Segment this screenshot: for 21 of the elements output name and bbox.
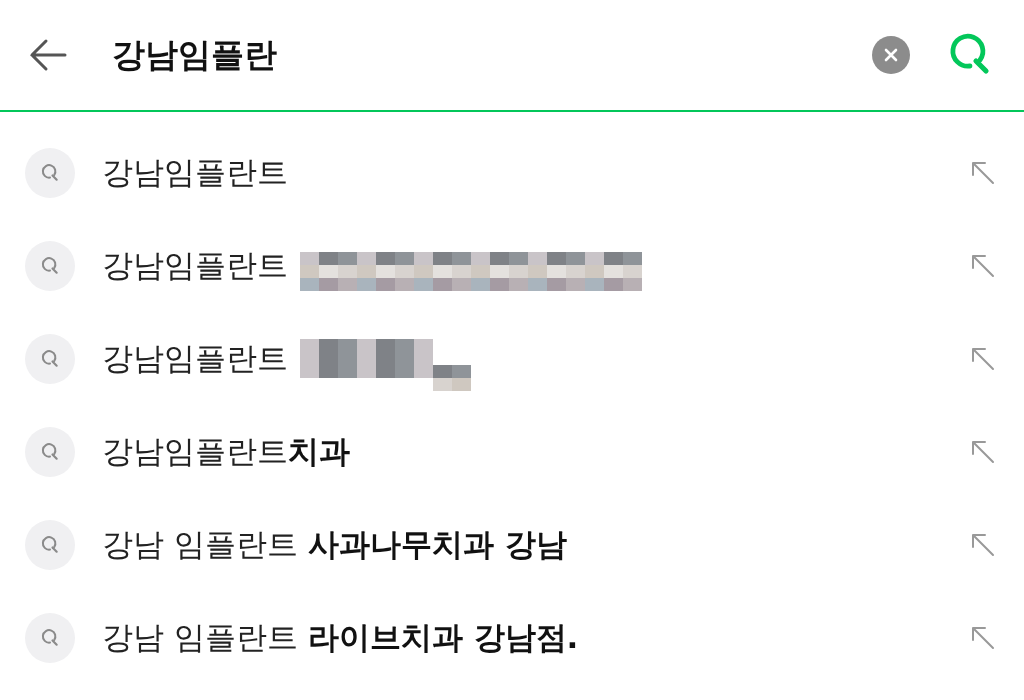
search-icon bbox=[25, 147, 75, 198]
suggestion-text[interactable]: 강남임플란트 bbox=[102, 151, 288, 194]
fill-query-button[interactable] bbox=[970, 438, 996, 465]
search-icon bbox=[25, 612, 75, 663]
suggestion-text[interactable]: 강남 임플란트 라이브치과 강남점. bbox=[102, 616, 579, 659]
suggestion-text[interactable]: 강남임플란트 bbox=[102, 337, 288, 380]
fill-query-button[interactable] bbox=[970, 531, 996, 558]
fill-query-button[interactable] bbox=[970, 345, 996, 372]
search-field[interactable]: 강남임플란 bbox=[112, 31, 872, 79]
clear-button[interactable] bbox=[872, 36, 910, 74]
fill-query-button[interactable] bbox=[970, 252, 996, 279]
suggestion-text[interactable]: 강남 임플란트 사과나무치과 강남 bbox=[102, 523, 567, 566]
search-icon bbox=[25, 519, 75, 570]
search-icon bbox=[25, 426, 75, 477]
fill-query-button[interactable] bbox=[970, 159, 996, 186]
close-icon bbox=[884, 48, 898, 62]
search-icon bbox=[25, 333, 75, 384]
search-icon bbox=[25, 240, 75, 291]
fill-query-button[interactable] bbox=[970, 624, 996, 651]
suggestion-text[interactable]: 강남임플란트 bbox=[102, 244, 288, 287]
suggestion-text[interactable]: 강남임플란트치과 bbox=[102, 430, 350, 473]
